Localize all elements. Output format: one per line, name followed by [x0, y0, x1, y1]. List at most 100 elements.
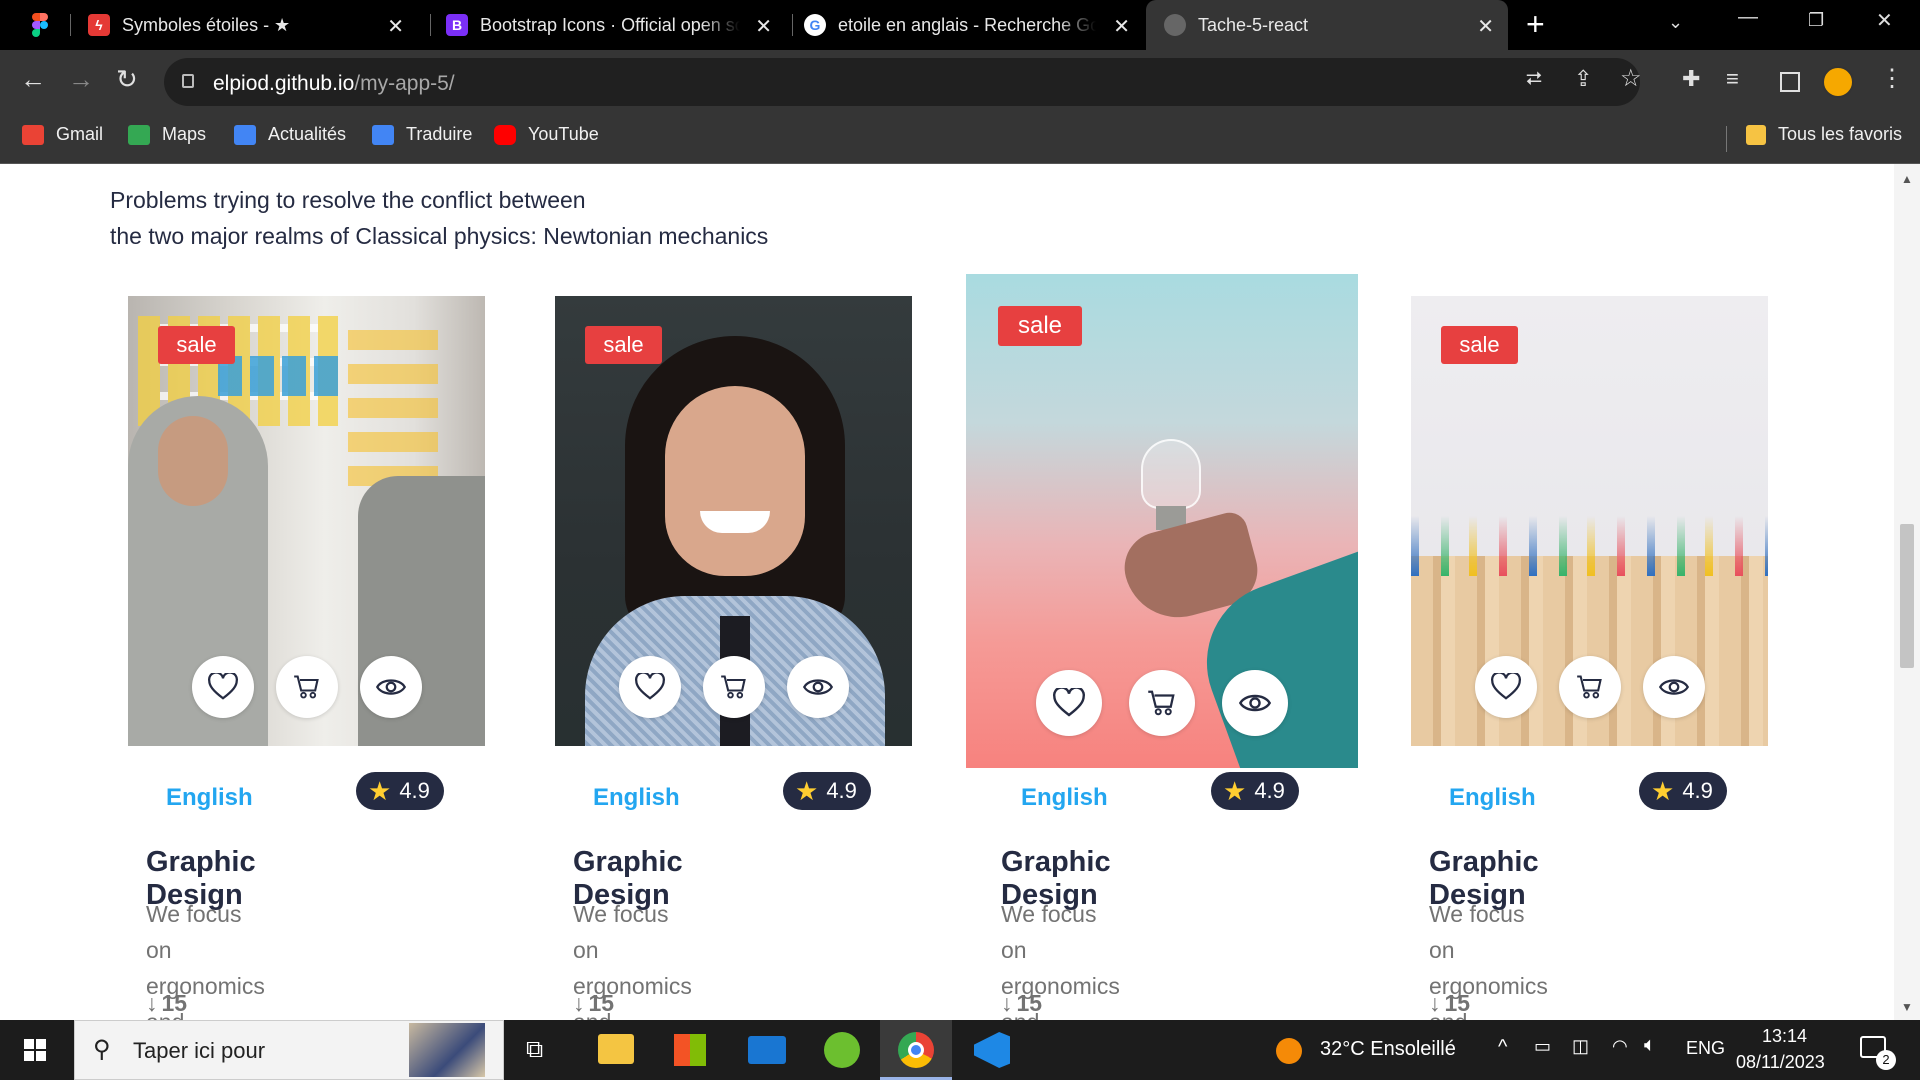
search-icon: ⚲: [93, 1036, 111, 1063]
close-tab-icon[interactable]: ✕: [1113, 14, 1130, 39]
volume-icon[interactable]: 🔈︎: [1644, 1034, 1656, 1057]
weather-text[interactable]: 32°C Ensoleillé: [1320, 1038, 1456, 1061]
scrollbar-thumb[interactable]: [1900, 524, 1914, 668]
minimize-icon[interactable]: —: [1738, 6, 1758, 29]
lock-icon[interactable]: [182, 74, 194, 88]
vscode-icon[interactable]: [974, 1032, 1010, 1068]
tab-symboles[interactable]: ϟ Symboles étoiles - ★ ✕: [88, 0, 418, 50]
task-view-icon[interactable]: ⧉: [526, 1036, 543, 1064]
close-tab-icon[interactable]: ✕: [387, 14, 404, 39]
figma-icon[interactable]: [32, 13, 48, 37]
chrome-icon[interactable]: [898, 1032, 934, 1068]
add-to-cart-button[interactable]: [1129, 670, 1195, 736]
add-to-cart-button[interactable]: [276, 656, 338, 718]
add-to-cart-button[interactable]: [1559, 656, 1621, 718]
category-tag[interactable]: English: [1449, 784, 1536, 812]
bookmark-maps[interactable]: Maps: [128, 124, 206, 145]
windows-taskbar: ⚲ Taper ici pour ⧉ 32°C Ensoleillé ^ ▭ ◫…: [0, 1020, 1920, 1080]
lightning-icon: ϟ: [88, 14, 110, 36]
category-tag[interactable]: English: [166, 784, 253, 812]
wishlist-heart-button[interactable]: [192, 656, 254, 718]
google-icon: G: [804, 14, 826, 36]
bookmark-traduire[interactable]: Traduire: [372, 124, 472, 145]
tab-search-chevron-icon[interactable]: ⌄: [1668, 12, 1683, 33]
maps-icon: [128, 124, 150, 145]
quick-view-button[interactable]: [1222, 670, 1288, 736]
bookmark-youtube[interactable]: YouTube: [494, 124, 599, 145]
media-queue-icon[interactable]: ≡: [1726, 66, 1739, 92]
browser-tab-strip: ϟ Symboles étoiles - ★ ✕ B Bootstrap Ico…: [0, 0, 1920, 50]
heart-icon: [1053, 688, 1085, 717]
sales-count: ↓15 Sales: [1001, 990, 1061, 1020]
wishlist-heart-button[interactable]: [619, 656, 681, 718]
close-tab-icon[interactable]: ✕: [755, 14, 772, 39]
side-panel-icon[interactable]: [1780, 72, 1800, 92]
reload-icon[interactable]: ↻: [116, 64, 138, 95]
meeting-icon[interactable]: ◫: [1572, 1036, 1589, 1057]
cart-icon: [721, 675, 746, 699]
download-arrow-icon: ↓: [146, 990, 158, 1016]
quick-view-button[interactable]: [787, 656, 849, 718]
category-tag[interactable]: English: [593, 784, 680, 812]
new-tab-icon[interactable]: +: [1526, 6, 1545, 43]
extensions-icon[interactable]: ✚: [1682, 66, 1700, 92]
back-icon[interactable]: ←: [20, 64, 46, 95]
close-tab-icon[interactable]: ✕: [1477, 14, 1494, 39]
bookmark-gmail[interactable]: Gmail: [22, 124, 103, 145]
windows-start-icon[interactable]: [24, 1039, 46, 1061]
globe-icon: [1164, 14, 1186, 36]
category-tag[interactable]: English: [1021, 784, 1108, 812]
tab-title: Bootstrap Icons · Official open so: [480, 14, 740, 35]
taskbar-search-box[interactable]: ⚲ Taper ici pour: [74, 1020, 504, 1080]
wishlist-heart-button[interactable]: [1036, 670, 1102, 736]
wishlist-heart-button[interactable]: [1475, 656, 1537, 718]
microsoft-store-icon[interactable]: [674, 1034, 706, 1066]
menu-kebab-icon[interactable]: ⋮: [1880, 64, 1904, 93]
tab-bootstrap-icons[interactable]: B Bootstrap Icons · Official open so ✕: [446, 0, 786, 50]
tab-google-search[interactable]: G etoile en anglais - Recherche Go ✕: [804, 0, 1144, 50]
mail-icon[interactable]: [748, 1036, 786, 1064]
heart-icon: [208, 673, 238, 700]
add-to-cart-button[interactable]: [703, 656, 765, 718]
weather-sun-icon[interactable]: [1276, 1038, 1302, 1064]
intro-line: the two major realms of Classical physic…: [110, 223, 769, 249]
file-explorer-icon[interactable]: [598, 1034, 634, 1064]
clock-date[interactable]: 08/11/2023: [1736, 1052, 1825, 1073]
all-bookmarks-folder[interactable]: Tous les favoris: [1746, 124, 1902, 145]
battery-icon[interactable]: ▭: [1534, 1036, 1551, 1057]
bookmark-label: Maps: [162, 124, 207, 144]
forward-icon[interactable]: →: [68, 64, 94, 95]
download-arrow-icon: ↓: [1001, 990, 1013, 1016]
translate-page-icon[interactable]: ⮂: [1526, 68, 1542, 91]
profile-avatar[interactable]: [1822, 66, 1854, 98]
wifi-icon[interactable]: ◠: [1612, 1036, 1628, 1057]
restore-icon[interactable]: ❐: [1808, 10, 1824, 31]
star-icon: ★: [1223, 775, 1247, 806]
page-scrollbar[interactable]: ▲ ▼: [1894, 164, 1920, 1020]
close-window-icon[interactable]: ✕: [1876, 8, 1893, 33]
download-arrow-icon: ↓: [1429, 990, 1441, 1016]
eye-icon: [376, 679, 406, 695]
tray-chevron-up-icon[interactable]: ^: [1498, 1036, 1507, 1059]
tab-title: Tache-5-react: [1198, 14, 1309, 35]
bookmark-star-icon[interactable]: ☆: [1620, 64, 1642, 93]
rating-value: 4.9: [399, 778, 430, 803]
bookmark-actualites[interactable]: Actualités: [234, 124, 346, 145]
sale-badge: sale: [585, 326, 662, 364]
eye-icon: [803, 679, 833, 695]
tab-title: Symboles étoiles - ★: [122, 14, 291, 35]
eye-icon: [1239, 694, 1271, 712]
tab-tache-5-react[interactable]: Tache-5-react ✕: [1146, 0, 1508, 50]
clock-time[interactable]: 13:14: [1762, 1026, 1807, 1047]
quick-view-button[interactable]: [1643, 656, 1705, 718]
utorrent-icon[interactable]: [824, 1032, 860, 1068]
url-text[interactable]: elpiod.github.io/my-app-5/: [213, 72, 455, 96]
eye-icon: [1659, 679, 1689, 695]
scroll-down-arrow-icon[interactable]: ▼: [1901, 1000, 1913, 1014]
share-icon[interactable]: ⇪: [1574, 66, 1592, 92]
language-indicator[interactable]: ENG: [1686, 1038, 1725, 1059]
sale-badge: sale: [1441, 326, 1518, 364]
quick-view-button[interactable]: [360, 656, 422, 718]
notification-count-badge: 2: [1876, 1050, 1896, 1070]
scroll-up-arrow-icon[interactable]: ▲: [1901, 172, 1913, 186]
